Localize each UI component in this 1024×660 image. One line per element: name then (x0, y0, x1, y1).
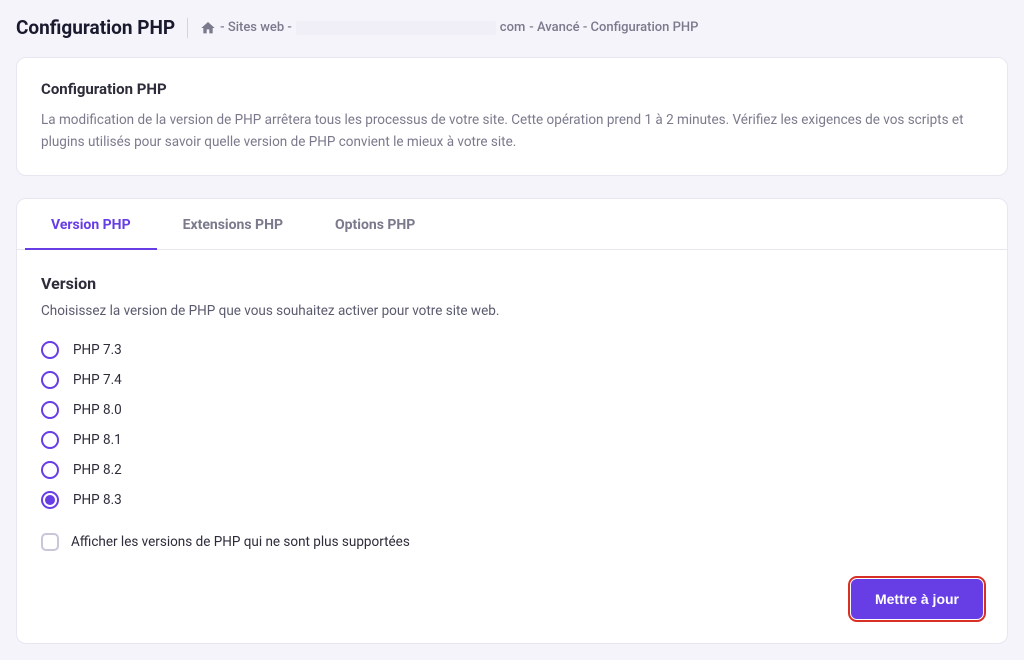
radio-icon (41, 431, 59, 449)
php-version-list: PHP 7.3 PHP 7.4 PHP 8.0 PHP 8.1 PHP 8.2 PHP 8… (41, 341, 983, 509)
tab-options-php[interactable]: Options PHP (309, 199, 441, 249)
main-card: Version PHPExtensions PHPOptions PHP Ver… (16, 198, 1008, 644)
tab-extensions-php[interactable]: Extensions PHP (157, 199, 309, 249)
php-version-label: PHP 8.2 (73, 462, 122, 478)
php-version-label: PHP 7.3 (73, 342, 122, 358)
home-icon (200, 20, 216, 36)
show-unsupported-toggle[interactable]: Afficher les versions de PHP qui ne sont… (41, 533, 983, 551)
radio-icon (41, 461, 59, 479)
radio-icon (41, 371, 59, 389)
php-version-label: PHP 8.1 (73, 432, 122, 448)
php-version-option[interactable]: PHP 7.3 (41, 341, 983, 359)
page-title: Configuration PHP (16, 16, 175, 39)
page-header: Configuration PHP - Sites web - com - Av… (16, 16, 1008, 39)
header-divider (187, 18, 188, 38)
breadcrumb[interactable]: - Sites web - com - Avancé - Configurati… (200, 20, 698, 36)
tabs: Version PHPExtensions PHPOptions PHP (17, 199, 1007, 250)
php-version-option[interactable]: PHP 8.2 (41, 461, 983, 479)
php-version-label: PHP 7.4 (73, 372, 122, 388)
php-version-option[interactable]: PHP 8.3 (41, 491, 983, 509)
actions-row: Mettre à jour (41, 579, 983, 619)
breadcrumb-domain-suffix: com (500, 20, 526, 35)
radio-icon (41, 401, 59, 419)
info-body: La modification de la version de PHP arr… (41, 110, 983, 153)
section-title: Version (41, 274, 983, 293)
php-version-label: PHP 8.0 (73, 402, 122, 418)
breadcrumb-part: - Sites web - (220, 20, 292, 35)
radio-icon (41, 491, 59, 509)
info-heading: Configuration PHP (41, 80, 983, 98)
version-panel: Version Choisissez la version de PHP que… (17, 250, 1007, 643)
php-version-option[interactable]: PHP 8.1 (41, 431, 983, 449)
php-version-label: PHP 8.3 (73, 492, 122, 508)
show-unsupported-label: Afficher les versions de PHP qui ne sont… (71, 534, 410, 550)
info-card: Configuration PHP La modification de la … (16, 57, 1008, 176)
breadcrumb-part: - Avancé - Configuration PHP (529, 20, 698, 35)
update-button[interactable]: Mettre à jour (851, 579, 983, 619)
radio-icon (41, 341, 59, 359)
tab-version-php[interactable]: Version PHP (25, 199, 157, 249)
php-version-option[interactable]: PHP 7.4 (41, 371, 983, 389)
section-subtitle: Choisissez la version de PHP que vous so… (41, 303, 983, 319)
checkbox-icon (41, 533, 59, 551)
breadcrumb-domain-redacted (296, 21, 496, 35)
php-version-option[interactable]: PHP 8.0 (41, 401, 983, 419)
